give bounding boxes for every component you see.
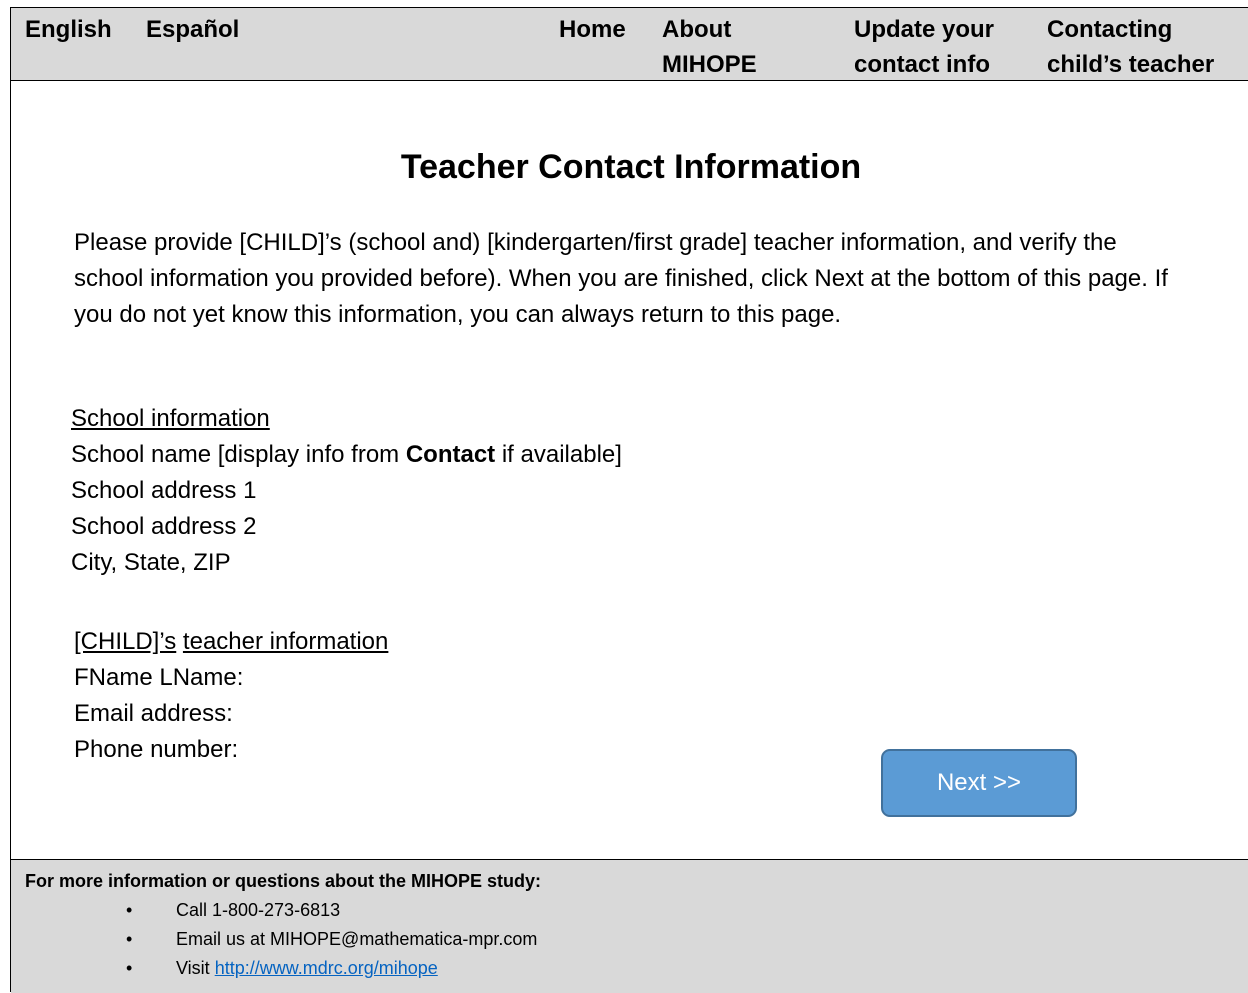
footer-visit-link[interactable]: http://www.mdrc.org/mihope bbox=[215, 958, 438, 978]
intro-paragraph: Please provide [CHILD]’s (school and) [k… bbox=[74, 229, 1168, 328]
teacher-info-section: [CHILD]’s teacher information FName LNam… bbox=[74, 624, 388, 768]
list-item: • Call 1-800-273-6813 bbox=[126, 896, 537, 925]
school-info-section: School information School name [display … bbox=[71, 401, 622, 581]
nav-about-line2: MIHOPE bbox=[662, 51, 757, 78]
school-name-prefix: School name [display info from bbox=[71, 441, 406, 468]
school-address-2: School address 2 bbox=[71, 513, 257, 540]
nav-about-mihope[interactable]: About MIHOPE bbox=[662, 12, 757, 82]
footer-contact-list: • Call 1-800-273-6813 • Email us at MIHOPE… bbox=[126, 896, 537, 983]
nav-update-line2: contact info bbox=[854, 51, 990, 78]
school-name-suffix: if available] bbox=[495, 441, 622, 468]
bullet-icon: • bbox=[126, 929, 133, 949]
school-info-heading: School information bbox=[71, 405, 270, 432]
main-content: Teacher Contact Information Please provi… bbox=[11, 81, 1248, 869]
teacher-heading-child: [CHILD]’s bbox=[74, 628, 177, 655]
nav-english[interactable]: English bbox=[25, 12, 112, 47]
school-city-state-zip: City, State, ZIP bbox=[71, 549, 231, 576]
footer-visit-prefix: Visit bbox=[176, 958, 215, 978]
next-button[interactable]: Next >> bbox=[881, 749, 1077, 817]
nav-contacting-line2: child’s teacher bbox=[1047, 51, 1215, 78]
footer-call: Call 1-800-273-6813 bbox=[176, 900, 341, 920]
school-address-1: School address 1 bbox=[71, 477, 257, 504]
teacher-phone-label: Phone number: bbox=[74, 736, 239, 763]
nav-espanol[interactable]: Español bbox=[146, 12, 239, 47]
bullet-icon: • bbox=[126, 958, 133, 978]
teacher-name-label: FName LName: bbox=[74, 664, 244, 691]
nav-about-line1: About bbox=[662, 16, 732, 43]
nav-update-contact-info[interactable]: Update your contact info bbox=[854, 12, 994, 82]
nav-contacting-teacher[interactable]: Contacting child’s teacher bbox=[1047, 12, 1214, 82]
teacher-heading-label: teacher information bbox=[182, 628, 389, 655]
school-name-line: School name [display info from Contact i… bbox=[71, 437, 622, 473]
page-title: Teacher Contact Information bbox=[400, 148, 862, 186]
school-name-bold: Contact bbox=[405, 441, 496, 468]
page-frame: English Español Home About MIHOPE Update… bbox=[10, 7, 1248, 993]
list-item: • Visit http://www.mdrc.org/mihope bbox=[126, 954, 537, 983]
footer: For more information or questions about … bbox=[11, 859, 1248, 993]
nav-contacting-line1: Contacting bbox=[1047, 16, 1173, 43]
bullet-icon: • bbox=[126, 900, 133, 920]
footer-email: Email us at MIHOPE@mathematica-mpr.com bbox=[176, 929, 538, 949]
teacher-info-heading: [CHILD]’s teacher information bbox=[74, 624, 388, 660]
teacher-email-label: Email address: bbox=[74, 700, 233, 727]
list-item: • Email us at MIHOPE@mathematica-mpr.com bbox=[126, 925, 537, 954]
top-navigation-bar: English Español Home About MIHOPE Update… bbox=[11, 8, 1248, 81]
nav-home[interactable]: Home bbox=[559, 12, 626, 47]
footer-title: For more information or questions about … bbox=[25, 871, 542, 891]
nav-update-line1: Update your bbox=[854, 16, 995, 43]
